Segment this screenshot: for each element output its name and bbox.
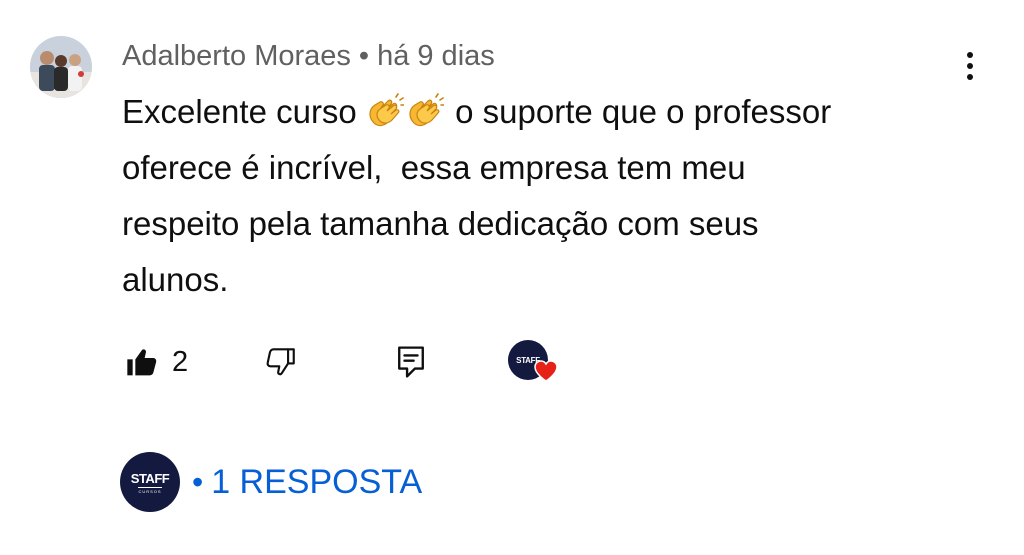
- reply-avatar-subtext: CURSOS: [138, 486, 162, 494]
- reply-button[interactable]: [396, 340, 426, 384]
- comment-actions: 2 STAFF: [122, 340, 582, 384]
- header-separator: •: [358, 39, 370, 72]
- thumbs-down-icon: [266, 348, 295, 376]
- reply-comment-icon: [398, 346, 424, 378]
- comment-text-segment: Excelente curso: [122, 93, 366, 130]
- like-button[interactable]: 2: [126, 340, 188, 384]
- more-options-button[interactable]: [954, 44, 986, 88]
- creator-heart-badge[interactable]: STAFF: [508, 340, 560, 386]
- heart-icon: [534, 360, 558, 382]
- clapping-hands-icon: [369, 93, 404, 127]
- reply-author-avatar: STAFF CURSOS: [120, 452, 180, 512]
- comment-line: Excelente curso o suporte que o professo…: [122, 84, 972, 140]
- comment-time: há 9 dias: [377, 39, 495, 72]
- comment-text-segment: o suporte que o professor: [445, 93, 832, 130]
- comment-header: Adalberto Moraes • há 9 dias: [122, 36, 495, 76]
- replies-separator: •: [192, 463, 204, 500]
- comment-line: oferece é incrível, essa empresa tem meu: [122, 149, 746, 186]
- comment-line: alunos.: [122, 261, 229, 298]
- more-vert-icon: [967, 52, 973, 80]
- clapping-hands-icon: [409, 93, 444, 127]
- replies-toggle[interactable]: STAFF CURSOS • 1 RESPOSTA: [120, 452, 422, 512]
- thumbs-up-filled-icon: [127, 349, 157, 376]
- dislike-button[interactable]: [264, 340, 298, 384]
- reply-avatar-text: STAFF: [130, 470, 170, 486]
- comment-line: respeito pela tamanha dedicação com seus: [122, 205, 759, 242]
- comment-thread: Adalberto Moraes • há 9 dias Excelente c…: [0, 0, 1024, 555]
- comment-text: Excelente curso o suporte que o professo…: [122, 84, 972, 308]
- author-name[interactable]: Adalberto Moraes: [122, 40, 351, 73]
- author-avatar[interactable]: [30, 36, 92, 98]
- replies-count-label: 1 RESPOSTA: [211, 462, 423, 501]
- like-count: 2: [172, 345, 189, 378]
